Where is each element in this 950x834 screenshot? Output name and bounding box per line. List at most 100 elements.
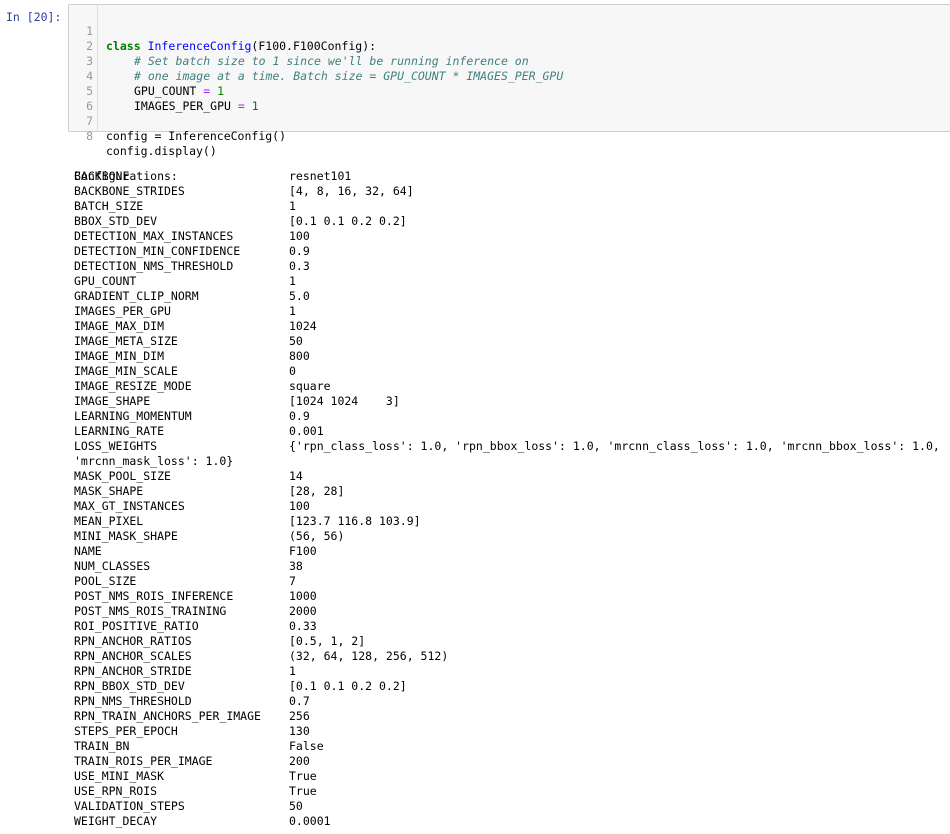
comment: # one image at a time. Batch size = GPU_… [134, 69, 564, 83]
config-row: RPN_ANCHOR_STRIDE 1 [74, 664, 950, 679]
config-key: DETECTION_MAX_INSTANCES [74, 229, 234, 243]
cell-output: Configurations: BACKBONE resnet101 BACKBON… [74, 154, 950, 829]
config-row: TRAIN_BN False [74, 739, 950, 754]
config-key: LOSS_WEIGHTS [74, 439, 158, 453]
config-value: 0.7 [289, 694, 310, 708]
class-name: InferenceConfig [147, 39, 252, 53]
config-value: 1 [289, 199, 296, 213]
config-key: BACKBONE [74, 169, 130, 183]
code-line-4[interactable]: 4 GPU_COUNT = 1 [69, 54, 224, 98]
config-key: MASK_SHAPE [74, 484, 144, 498]
config-value: [1024 1024 3] [289, 394, 400, 408]
config-row: RPN_ANCHOR_SCALES (32, 64, 128, 256, 512) [74, 649, 950, 664]
config-row: 'mrcnn_mask_loss': 1.0} [74, 454, 950, 469]
config-value: [123.7 116.8 103.9] [289, 514, 421, 528]
config-row: VALIDATION_STEPS 50 [74, 799, 950, 814]
code-editor[interactable]: 1 class InferenceConfig(F100.F100Config)… [68, 4, 950, 158]
config-key: RPN_TRAIN_ANCHORS_PER_IMAGE [74, 709, 261, 723]
config-value: 1 [289, 304, 296, 318]
config-key: VALIDATION_STEPS [74, 799, 185, 813]
config-value: 0 [289, 364, 296, 378]
code-line-8[interactable]: 8 config.display() [69, 114, 217, 158]
config-key: IMAGE_SHAPE [74, 394, 151, 408]
config-key: TRAIN_ROIS_PER_IMAGE [74, 754, 213, 768]
config-key: IMAGE_MIN_DIM [74, 349, 165, 363]
config-row: POST_NMS_ROIS_TRAINING 2000 [74, 604, 950, 619]
config-key: NUM_CLASSES [74, 559, 151, 573]
config-value: [4, 8, 16, 32, 64] [289, 184, 414, 198]
config-key: RPN_BBOX_STD_DEV [74, 679, 185, 693]
config-value: (32, 64, 128, 256, 512) [289, 649, 449, 663]
config-value: [0.1 0.1 0.2 0.2] [289, 679, 407, 693]
config-row: LOSS_WEIGHTS {'rpn_class_loss': 1.0, 'rpn… [74, 439, 950, 454]
config-value: 100 [289, 499, 310, 513]
config-row: BBOX_STD_DEV [0.1 0.1 0.2 0.2] [74, 214, 950, 229]
config-row: USE_RPN_ROIS True [74, 784, 950, 799]
config-key: RPN_ANCHOR_STRIDE [74, 664, 192, 678]
config-row: BACKBONE_STRIDES [4, 8, 16, 32, 64] [74, 184, 950, 199]
assign-operator: = [230, 99, 252, 113]
config-key: GPU_COUNT [74, 274, 137, 288]
config-row: DETECTION_NMS_THRESHOLD 0.3 [74, 259, 950, 274]
config-value: 130 [289, 724, 310, 738]
config-value: 0.9 [289, 244, 310, 258]
config-row: USE_MINI_MASK True [74, 769, 950, 784]
config-value: 0.3 [289, 259, 310, 273]
config-row: BATCH_SIZE 1 [74, 199, 950, 214]
config-value: 256 [289, 709, 310, 723]
config-row: RPN_BBOX_STD_DEV [0.1 0.1 0.2 0.2] [74, 679, 950, 694]
config-row: LEARNING_MOMENTUM 0.9 [74, 409, 950, 424]
config-key: IMAGE_META_SIZE [74, 334, 178, 348]
config-key: STEPS_PER_EPOCH [74, 724, 178, 738]
config-key: BACKBONE_STRIDES [74, 184, 185, 198]
code-line-2[interactable]: 2 # Set batch size to 1 since we'll be r… [69, 24, 529, 68]
config-value-continuation: 'mrcnn_mask_loss': 1.0} [74, 454, 234, 468]
class-base: (F100.F100Config): [251, 39, 377, 53]
assign-operator: = [196, 84, 218, 98]
config-row: RPN_ANCHOR_RATIOS [0.5, 1, 2] [74, 634, 950, 649]
config-value: [28, 28] [289, 484, 345, 498]
config-row: MASK_POOL_SIZE 14 [74, 469, 950, 484]
code-line-5[interactable]: 5 IMAGES_PER_GPU = 1 [69, 69, 259, 113]
config-key: RPN_ANCHOR_RATIOS [74, 634, 192, 648]
code-line-6[interactable]: 6 [69, 84, 111, 113]
output-header: Configurations: [74, 169, 178, 183]
config-value: 5.0 [289, 289, 310, 303]
code-line-1[interactable]: 1 class InferenceConfig(F100.F100Config)… [69, 9, 376, 53]
config-value: 1024 [289, 319, 317, 333]
config-key: LEARNING_RATE [74, 424, 165, 438]
config-row: BACKBONE resnet101 [74, 169, 950, 184]
config-key: IMAGE_MAX_DIM [74, 319, 165, 333]
config-row: IMAGE_MIN_SCALE 0 [74, 364, 950, 379]
config-value: 100 [289, 229, 310, 243]
config-key: MAX_GT_INSTANCES [74, 499, 185, 513]
code-statement: config = InferenceConfig() [106, 129, 287, 143]
config-value: [0.5, 1, 2] [289, 634, 366, 648]
config-key: MINI_MASK_SHAPE [74, 529, 178, 543]
config-row: NAME F100 [74, 544, 950, 559]
config-value: {'rpn_class_loss': 1.0, 'rpn_bbox_loss':… [289, 439, 940, 453]
config-value: 0.33 [289, 619, 317, 633]
config-key: GRADIENT_CLIP_NORM [74, 289, 199, 303]
config-key: POST_NMS_ROIS_INFERENCE [74, 589, 234, 603]
config-row: IMAGE_MAX_DIM 1024 [74, 319, 950, 334]
code-line-3[interactable]: 3 # one image at a time. Batch size = GP… [69, 39, 563, 83]
config-value: 1 [289, 274, 296, 288]
number-literal: 1 [217, 84, 225, 98]
config-value: 50 [289, 334, 303, 348]
config-key: LEARNING_MOMENTUM [74, 409, 192, 423]
config-value: resnet101 [289, 169, 352, 183]
config-value: 0.9 [289, 409, 310, 423]
config-key: DETECTION_NMS_THRESHOLD [74, 259, 234, 273]
code-line-7[interactable]: 7 config = InferenceConfig() [69, 99, 286, 143]
config-row: ROI_POSITIVE_RATIO 0.33 [74, 619, 950, 634]
keyword-class: class [106, 39, 141, 53]
config-value: 0.001 [289, 424, 324, 438]
config-row: LEARNING_RATE 0.001 [74, 424, 950, 439]
config-row: MASK_SHAPE [28, 28] [74, 484, 950, 499]
config-key: TRAIN_BN [74, 739, 130, 753]
config-key: NAME [74, 544, 102, 558]
config-key: IMAGE_MIN_SCALE [74, 364, 178, 378]
config-row: POOL_SIZE 7 [74, 574, 950, 589]
config-row: GPU_COUNT 1 [74, 274, 950, 289]
